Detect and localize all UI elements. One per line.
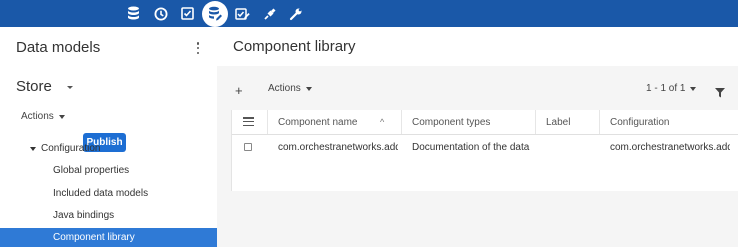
column-header-label[interactable]: Label [546,110,570,134]
wrench-icon[interactable] [287,5,304,22]
sidebar-actions-menu[interactable]: Actions [21,111,65,122]
chevron-down-icon [690,86,697,91]
top-navigation-bar [0,0,738,27]
chevron-down-icon[interactable] [67,86,73,89]
toolbar-actions-label: Actions [268,83,301,94]
database-icon[interactable] [125,5,142,22]
cell-component-name[interactable]: com.orchestranetworks.addo [278,135,398,159]
checklist-icon[interactable] [179,5,196,22]
chevron-down-icon [58,114,65,119]
plugin-icon[interactable] [261,5,278,22]
sidebar-actions-label: Actions [21,111,54,122]
cell-label[interactable] [546,135,596,159]
column-divider [401,110,402,134]
data-model-icon[interactable] [202,1,228,27]
tree-node-configuration[interactable]: Configuration [30,143,100,154]
history-icon[interactable] [152,5,169,22]
cell-component-types[interactable]: Documentation of the data m [412,135,532,159]
toolbar-actions-menu[interactable]: Actions [268,83,312,94]
column-header-component-name[interactable]: Component name [278,110,358,134]
column-header-configuration[interactable]: Configuration [610,110,669,134]
expanded-caret-icon [30,146,36,151]
tree-item-java-bindings[interactable]: Java bindings [0,206,217,225]
store-selector[interactable]: Store [16,78,52,95]
add-button[interactable]: + [235,83,243,98]
more-options-icon[interactable] [192,40,204,56]
filter-icon[interactable] [715,85,725,103]
column-divider [267,110,268,134]
tree-node-label: Configuration [41,143,101,154]
sidebar: Data models Store Actions Publish Config… [0,27,217,247]
sidebar-title: Data models [16,39,101,56]
main-panel: Component library + Actions 1 - 1 of 1 C… [217,27,738,247]
column-divider [535,110,536,134]
column-divider [599,110,600,134]
pagination-label: 1 - 1 of 1 [646,83,686,94]
tree-item-component-library[interactable]: Component library [0,228,217,247]
tree-item-included-data-models[interactable]: Included data models [0,184,217,203]
chevron-down-icon [305,86,312,91]
sort-ascending-icon[interactable]: ^ [380,110,384,134]
column-header-component-types[interactable]: Component types [412,110,490,134]
row-checkbox[interactable] [244,143,252,151]
review-icon[interactable] [234,5,251,22]
tree-item-global-properties[interactable]: Global properties [0,161,217,180]
pagination-selector[interactable]: 1 - 1 of 1 [646,83,697,94]
page-title: Component library [233,38,356,55]
column-menu-icon[interactable] [243,117,254,126]
component-table: Component name ^ Component types Label C… [231,110,738,191]
cell-configuration[interactable]: com.orchestranetworks.addo [610,135,730,159]
